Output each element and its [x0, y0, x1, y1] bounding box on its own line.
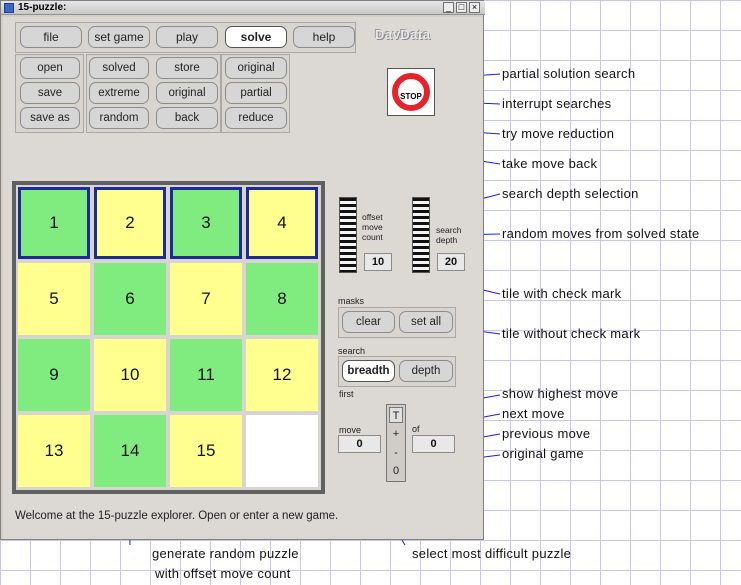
empty-tile[interactable] [246, 415, 318, 487]
solved-button[interactable]: solved [89, 57, 149, 79]
tile-2[interactable]: 2 [94, 187, 166, 259]
move-controls: T + - 0 [386, 404, 406, 482]
search-depth-slider[interactable] [412, 197, 430, 273]
clear-masks-button[interactable]: clear [342, 311, 395, 333]
annotation-next: next move [502, 406, 565, 421]
offset-label: offset move count [362, 212, 383, 242]
of-value: 0 [412, 435, 455, 453]
menu-solve[interactable]: solve [225, 26, 287, 48]
maximize-button[interactable]: □ [456, 2, 467, 13]
previous-move-button[interactable]: - [389, 445, 403, 461]
tile-15[interactable]: 15 [170, 415, 242, 487]
tile-13[interactable]: 13 [18, 415, 90, 487]
reduce-button[interactable]: reduce [225, 107, 287, 129]
save-button[interactable]: save [20, 82, 80, 104]
search-depth-label: search depth [436, 225, 462, 245]
stop-label: STOP [400, 92, 422, 101]
annotation-nocheck: tile without check mark [502, 326, 641, 341]
set-all-masks-button[interactable]: set all [399, 311, 453, 333]
menu-play[interactable]: play [156, 26, 218, 48]
next-move-button[interactable]: + [389, 426, 403, 442]
title-bar: 15-puzzle: _ □ × [1, 1, 485, 15]
tile-9[interactable]: 9 [18, 339, 90, 411]
window-title: 15-puzzle: [18, 2, 67, 13]
annotation-extreme: select most difficult puzzle [412, 546, 572, 561]
of-label: of [412, 424, 420, 434]
annotation-check: tile with check mark [502, 286, 622, 301]
annotation-interrupt: interrupt searches [502, 96, 612, 111]
annotation-random-2: with offset move count [155, 566, 291, 581]
menu-file[interactable]: file [20, 26, 82, 48]
back-button[interactable]: back [156, 107, 218, 129]
tile-1[interactable]: 1 [18, 187, 90, 259]
search-label: search [338, 346, 366, 356]
extreme-button[interactable]: extreme [89, 82, 149, 104]
close-button[interactable]: × [469, 2, 480, 13]
show-highest-move-button[interactable]: T [389, 407, 403, 423]
masks-label: masks [338, 296, 365, 306]
annotation-random-moves: random moves from solved state [502, 226, 700, 241]
move-label: move [339, 425, 362, 435]
tile-14[interactable]: 14 [94, 415, 166, 487]
tile-8[interactable]: 8 [246, 263, 318, 335]
tile-5[interactable]: 5 [18, 263, 90, 335]
menu-help[interactable]: help [293, 26, 355, 48]
annotation-back: take move back [502, 156, 598, 171]
offset-label-line-1: offset [362, 212, 383, 222]
search-depth-value: 20 [437, 253, 465, 271]
tile-3[interactable]: 3 [170, 187, 242, 259]
status-bar: Welcome at the 15-puzzle explorer. Open … [15, 510, 339, 522]
original-button[interactable]: original [156, 82, 218, 104]
annotation-random-1: generate random puzzle [152, 546, 299, 561]
annotation-partial: partial solution search [502, 66, 636, 81]
move-value: 0 [338, 435, 381, 453]
offset-label-line-2: move [362, 222, 383, 232]
offset-label-line-3: count [362, 232, 383, 242]
original-solve-button[interactable]: original [225, 57, 287, 79]
offset-move-count-value: 10 [364, 253, 392, 271]
annotation-previous: previous move [502, 426, 591, 441]
search-depth-label-line-2: depth [436, 235, 458, 245]
tile-10[interactable]: 10 [94, 339, 166, 411]
tile-4[interactable]: 4 [246, 187, 318, 259]
first-label: first [339, 389, 354, 399]
annotation-highest: show highest move [502, 386, 619, 401]
app-icon [4, 3, 14, 13]
tile-7[interactable]: 7 [170, 263, 242, 335]
tile-6[interactable]: 6 [94, 263, 166, 335]
minimize-button[interactable]: _ [443, 2, 454, 13]
offset-move-count-slider[interactable] [339, 197, 357, 273]
davdata-logo: DavData [375, 27, 431, 42]
annotation-depth: search depth selection [502, 186, 639, 201]
annotation-original: original game [502, 446, 584, 461]
tile-12[interactable]: 12 [246, 339, 318, 411]
breadth-first-button[interactable]: breadth [342, 360, 395, 382]
open-button[interactable]: open [20, 57, 80, 79]
stop-button[interactable]: STOP [387, 68, 435, 116]
store-button[interactable]: store [156, 57, 218, 79]
save-as-button[interactable]: save as [20, 107, 80, 129]
original-game-button[interactable]: 0 [389, 463, 403, 479]
menu-set-game[interactable]: set game [88, 26, 150, 48]
annotation-reduce: try move reduction [502, 126, 615, 141]
tile-11[interactable]: 11 [170, 339, 242, 411]
stop-icon: STOP [392, 73, 430, 111]
depth-first-button[interactable]: depth [399, 360, 453, 382]
partial-button[interactable]: partial [225, 82, 287, 104]
random-button[interactable]: random [89, 107, 149, 129]
search-depth-label-line-1: search [436, 225, 462, 235]
